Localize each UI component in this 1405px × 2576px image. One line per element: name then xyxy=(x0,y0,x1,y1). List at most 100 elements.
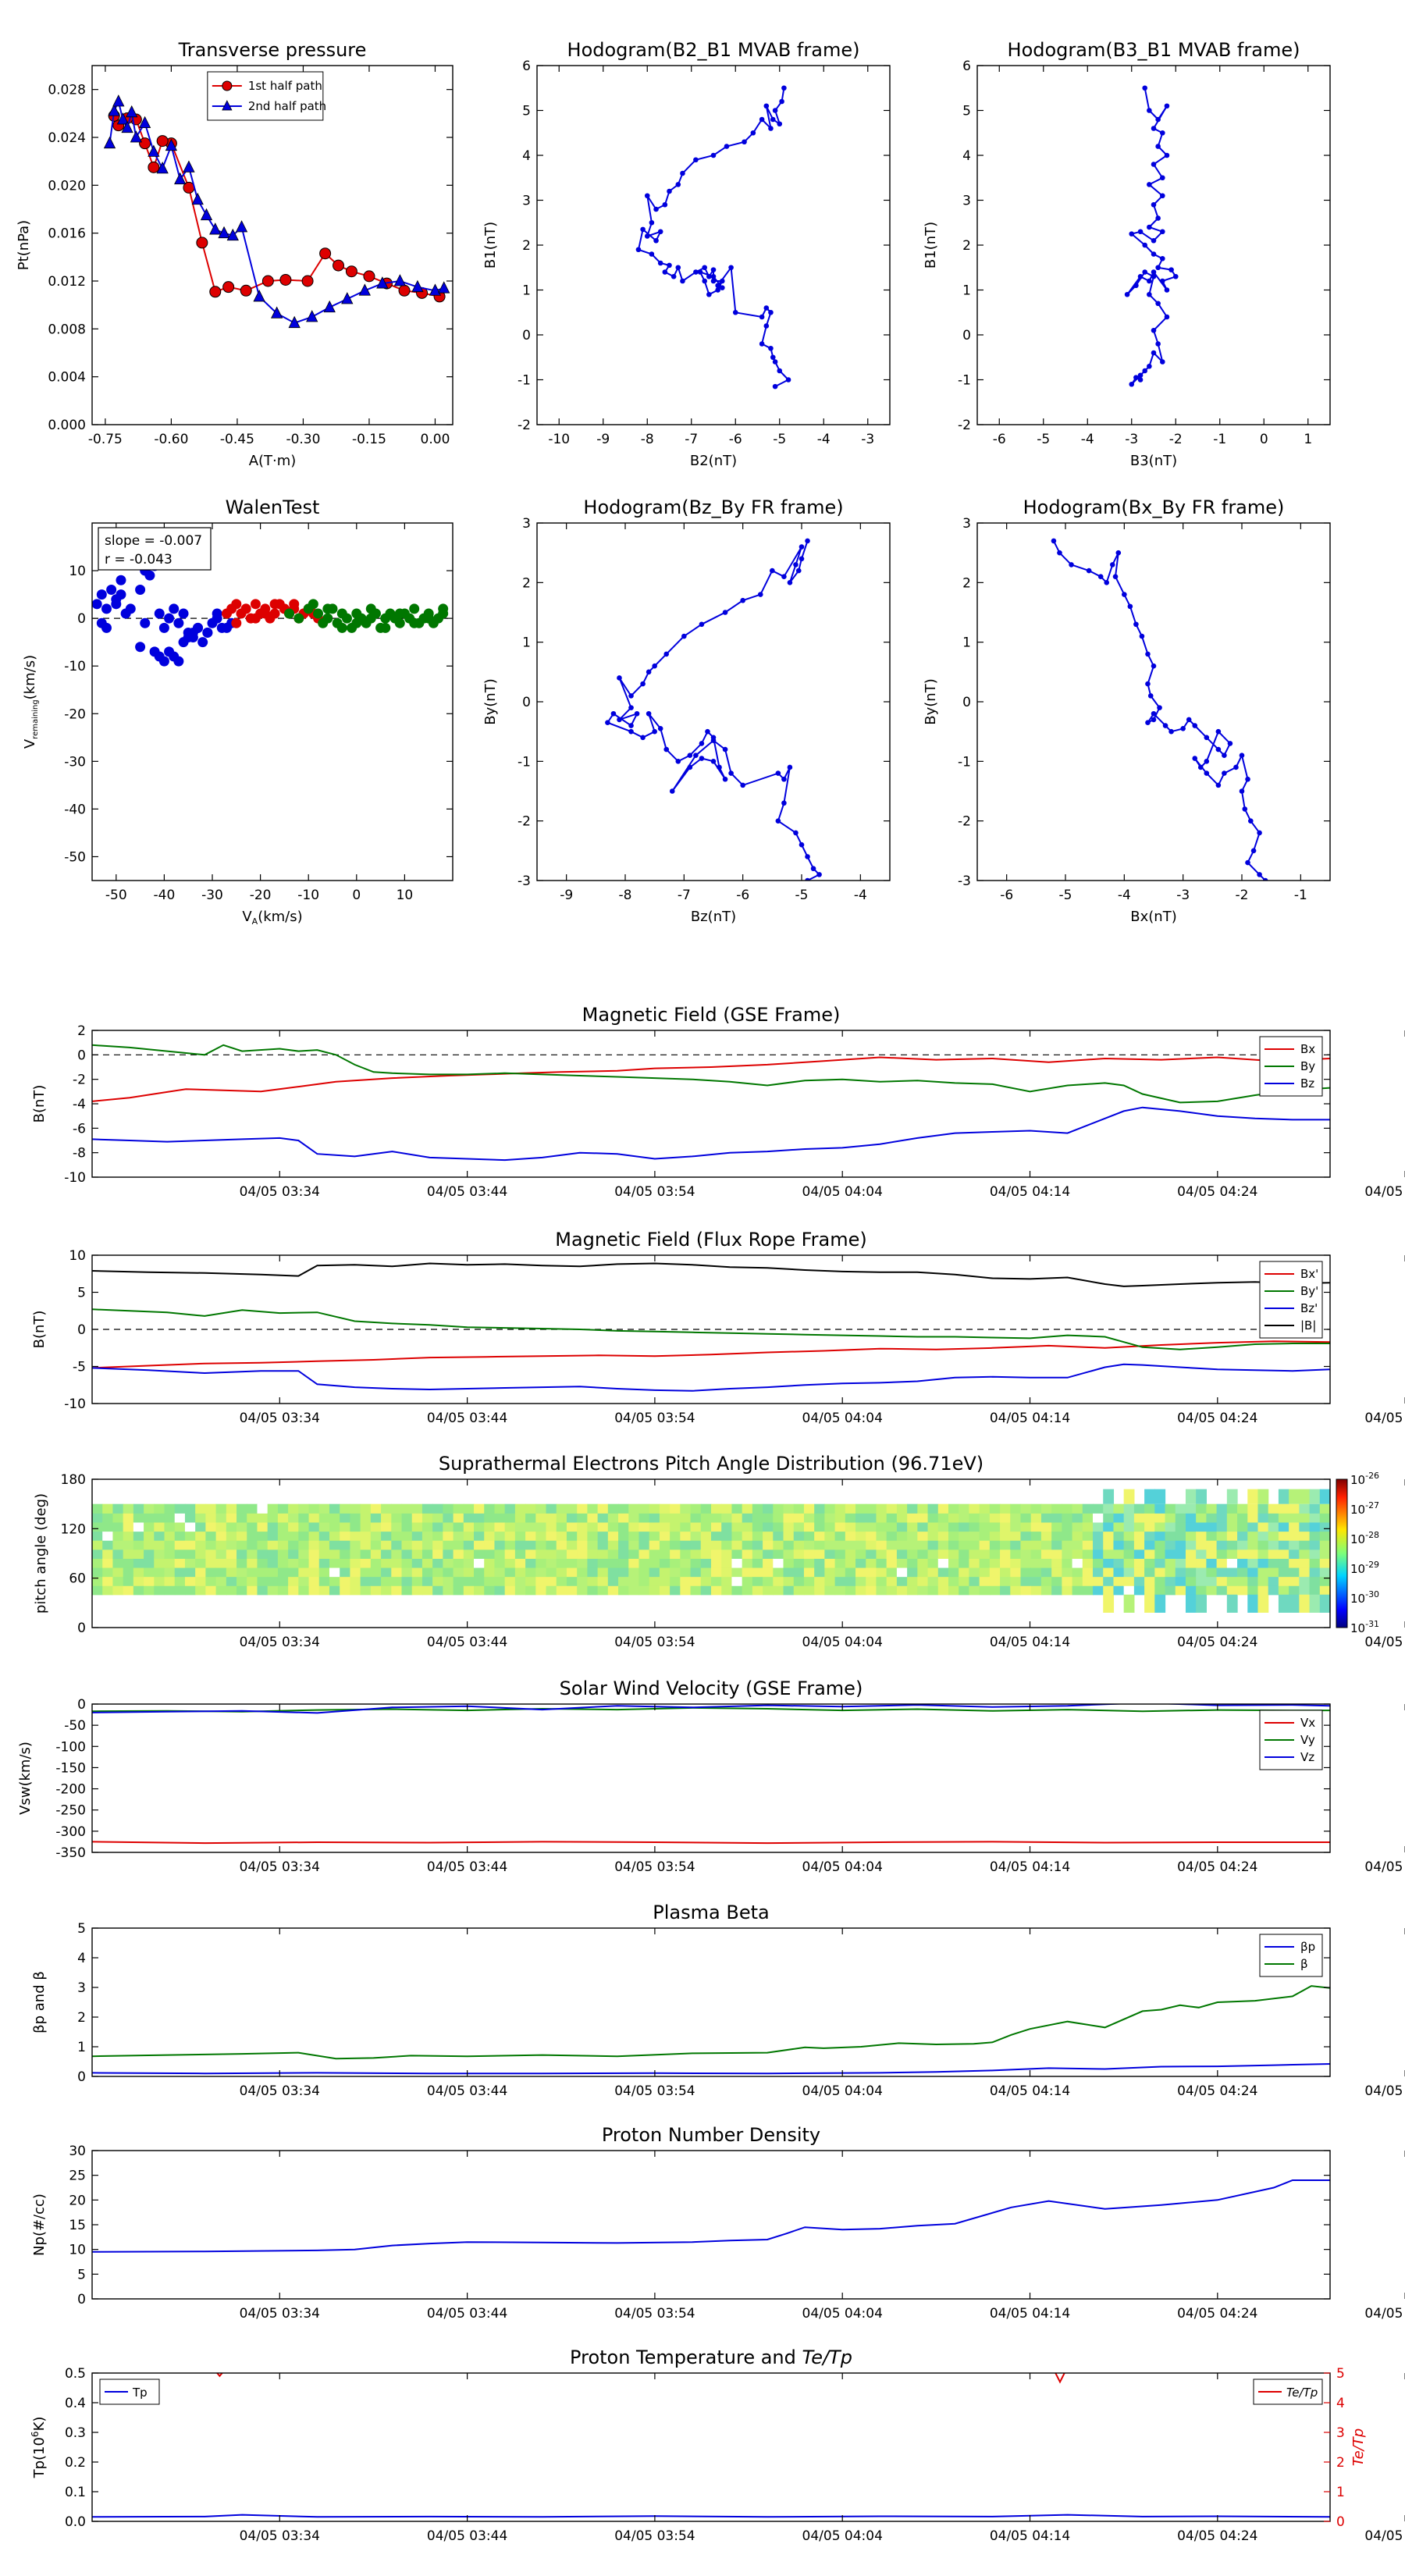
pad-cell xyxy=(1030,1503,1042,1514)
pad-cell xyxy=(1237,1549,1248,1559)
pad-cell xyxy=(628,1540,640,1550)
pad-cell xyxy=(391,1558,403,1568)
pad-cell xyxy=(164,1503,176,1514)
pad-cell xyxy=(277,1531,289,1541)
pt-ytick-label: 0.028 xyxy=(48,83,86,98)
pad-cell xyxy=(1299,1549,1311,1559)
pad-cell xyxy=(937,1521,949,1532)
pad-cell xyxy=(989,1558,1001,1568)
pad-cell xyxy=(112,1503,124,1514)
h4-series0-point xyxy=(1104,580,1110,585)
pad-cell xyxy=(1123,1594,1135,1613)
pad-title: Suprathermal Electrons Pitch Angle Distr… xyxy=(439,1453,984,1475)
pad-cell xyxy=(907,1513,918,1523)
pad-cell xyxy=(896,1521,908,1532)
pad-cell xyxy=(577,1567,588,1578)
pad-cell xyxy=(979,1540,991,1550)
tp-ytick-label: 0.2 xyxy=(65,2455,86,2471)
pt-series0-point xyxy=(222,281,235,294)
chart-bfr: Magnetic Field (Flux Rope Frame)-10-5051… xyxy=(31,1229,1405,1426)
pad-cell xyxy=(917,1567,929,1578)
pad-cell xyxy=(742,1558,753,1568)
pad-cell xyxy=(422,1540,433,1550)
pad-cell xyxy=(1093,1513,1104,1523)
h1-series0-point xyxy=(710,267,717,272)
pad-cell xyxy=(184,1549,196,1559)
pad-cell xyxy=(866,1585,877,1596)
pad-cell xyxy=(1185,1594,1197,1613)
pad-cell xyxy=(514,1513,526,1523)
pad-cell xyxy=(1319,1594,1330,1613)
h3-series-line xyxy=(606,540,821,881)
pad-cell xyxy=(195,1549,206,1559)
pad-cell xyxy=(432,1558,443,1568)
pad-cell xyxy=(1185,1521,1197,1532)
pad-cell xyxy=(277,1503,289,1514)
pad-cell xyxy=(793,1576,805,1586)
pad-cell xyxy=(876,1576,887,1586)
pad-cell xyxy=(546,1540,557,1550)
pad-cell xyxy=(649,1558,660,1568)
pad-cell xyxy=(92,1531,103,1541)
pad-cell xyxy=(1247,1540,1259,1550)
pad-cell xyxy=(1165,1549,1176,1559)
h2-series0-point xyxy=(1151,201,1157,208)
h2-title: Hodogram(B3_B1 MVAB frame) xyxy=(1008,39,1300,61)
pad-cell xyxy=(247,1576,258,1586)
pad-cell xyxy=(937,1549,949,1559)
pad-cell xyxy=(525,1540,536,1550)
pad-cell xyxy=(907,1540,918,1550)
pad-cell xyxy=(494,1521,506,1532)
pad-cell xyxy=(959,1585,970,1596)
h1-series0-point xyxy=(710,278,717,284)
vsw-xtick-label: 04/05 04:04 xyxy=(802,1859,883,1875)
pad-cell xyxy=(1196,1521,1207,1532)
pad-cell xyxy=(443,1549,454,1559)
pad-cell xyxy=(1216,1585,1228,1596)
pad-cell xyxy=(618,1531,629,1541)
pad-cell xyxy=(1082,1585,1094,1596)
pad-cell xyxy=(133,1513,144,1523)
pad-cell xyxy=(514,1558,526,1568)
pad-cell xyxy=(123,1540,134,1550)
beta-frame xyxy=(91,1927,1331,2077)
bfr-xtick-label: 04/05 04:04 xyxy=(802,1411,883,1426)
pad-cell xyxy=(1030,1576,1042,1586)
pad-cell xyxy=(432,1521,443,1532)
pad-cell xyxy=(432,1540,443,1550)
pad-cell xyxy=(1196,1503,1207,1514)
pad-cell xyxy=(288,1531,299,1541)
pad-cell xyxy=(453,1567,464,1578)
pad-cell xyxy=(628,1567,640,1578)
pad-cell xyxy=(989,1540,1001,1550)
pad-cell xyxy=(1051,1549,1062,1559)
pad-cell xyxy=(215,1521,227,1532)
pad-cell xyxy=(824,1567,836,1578)
pad-cell xyxy=(453,1585,464,1596)
pad-cell xyxy=(494,1585,506,1596)
pad-cell xyxy=(566,1513,578,1523)
pad-cell xyxy=(432,1503,443,1514)
pad-cell xyxy=(1040,1503,1052,1514)
pad-cell xyxy=(803,1576,815,1586)
h1-xtick-label: -4 xyxy=(817,432,831,447)
pad-cell xyxy=(607,1549,619,1559)
h2-series0-point xyxy=(1151,327,1157,333)
pad-cell xyxy=(1020,1503,1032,1514)
h1-series0-point xyxy=(772,383,778,390)
pad-cell xyxy=(298,1521,310,1532)
pad-cell xyxy=(638,1503,650,1514)
beta-series-βp xyxy=(92,2063,1330,2075)
pad-cell xyxy=(1000,1513,1011,1523)
np-ytick-label: 10 xyxy=(69,2243,86,2258)
tp-ytick-label: 0.3 xyxy=(65,2425,86,2441)
pad-cell xyxy=(237,1503,247,1514)
pad-cell xyxy=(597,1549,609,1559)
pad-cell xyxy=(948,1576,959,1586)
pad-cell xyxy=(752,1540,763,1550)
h4-ytick-label: -2 xyxy=(958,814,971,830)
pad-cell xyxy=(1154,1576,1166,1586)
vsw-ytick-label: -50 xyxy=(64,1718,86,1734)
pad-cell xyxy=(907,1567,918,1578)
h1-title: Hodogram(B2_B1 MVAB frame) xyxy=(567,39,860,61)
